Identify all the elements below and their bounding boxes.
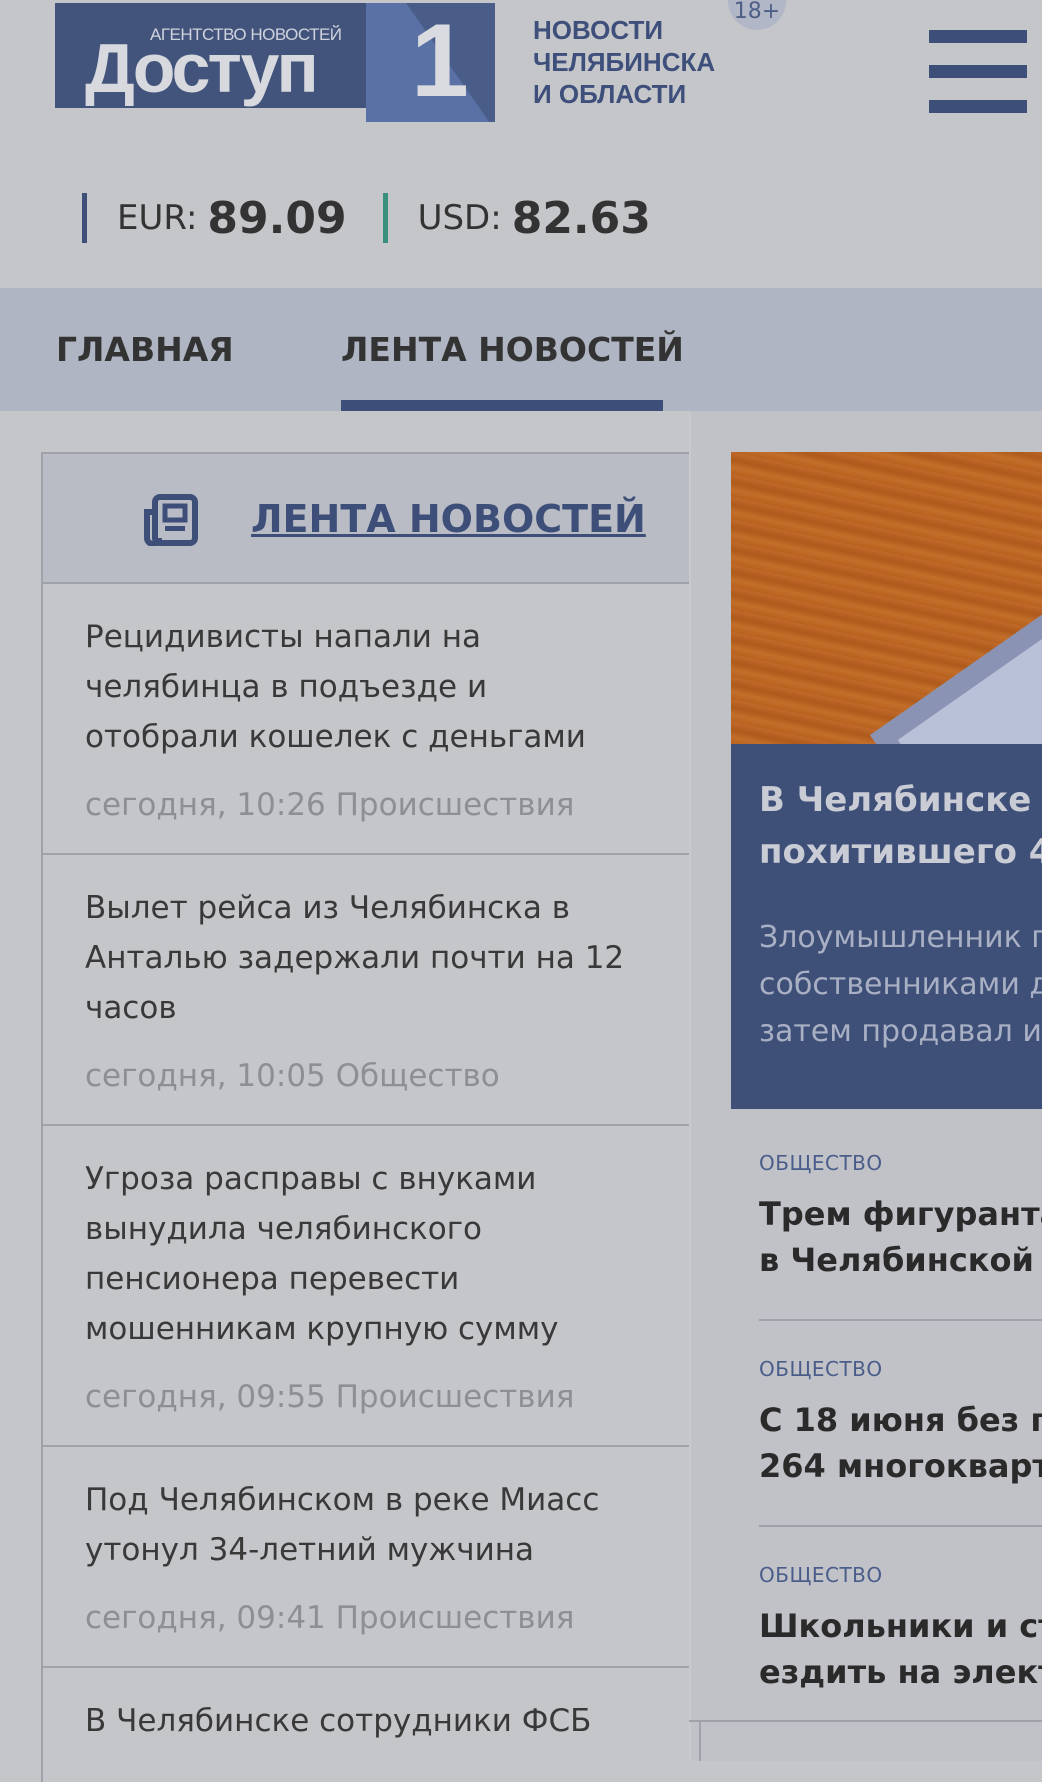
divider bbox=[689, 1720, 1042, 1722]
main-nav: ГЛАВНАЯ ЛЕНТА НОВОСТЕЙ bbox=[0, 288, 1042, 411]
side-news-category[interactable]: ОБЩЕСТВО bbox=[759, 1151, 1042, 1175]
site-header: АГЕНТСТВО НОВОСТЕЙ Доступ 1 НОВОСТИ ЧЕЛЯ… bbox=[0, 0, 1042, 288]
news-item[interactable]: В Челябинске сотрудники ФСБ bbox=[43, 1668, 689, 1776]
news-item-title[interactable]: В Челябинске сотрудники ФСБ bbox=[85, 1696, 649, 1746]
eur-value: 89.09 bbox=[207, 192, 347, 244]
tab-news-feed[interactable]: ЛЕНТА НОВОСТЕЙ bbox=[341, 330, 684, 369]
news-item-meta: сегодня, 10:26 Происшествия bbox=[85, 787, 649, 823]
side-news-item[interactable]: ОБЩЕСТВО Трем фигуранта в Челябинской с bbox=[759, 1151, 1042, 1321]
side-news-category[interactable]: ОБЩЕСТВО bbox=[759, 1563, 1042, 1587]
news-item-time: сегодня, 10:26 bbox=[85, 787, 326, 823]
usd-label: USD: bbox=[417, 198, 502, 238]
featured-photo[interactable] bbox=[731, 452, 1042, 744]
currency-rates: EUR: 89.09 USD: 82.63 bbox=[82, 190, 687, 246]
news-item[interactable]: Вылет рейса из Челябинска в Анталью заде… bbox=[43, 855, 689, 1126]
news-item[interactable]: Угроза расправы с внуками вынудила челяб… bbox=[43, 1126, 689, 1447]
tagline-line: И ОБЛАСТИ bbox=[533, 79, 687, 109]
news-item-category[interactable]: Происшествия bbox=[336, 787, 575, 823]
news-item-meta: сегодня, 09:55 Происшествия bbox=[85, 1379, 649, 1415]
logo-title: Доступ bbox=[85, 29, 319, 107]
usd-value: 82.63 bbox=[511, 192, 651, 244]
featured-article[interactable]: В Челябинске б похитившего 48 Злоумышлен… bbox=[731, 744, 1042, 1109]
site-tagline: НОВОСТИ ЧЕЛЯБИНСКА И ОБЛАСТИ bbox=[533, 14, 743, 110]
news-item-meta: сегодня, 10:05 Общество bbox=[85, 1058, 649, 1094]
news-item[interactable]: Рецидивисты напали на челябинца в подъез… bbox=[43, 584, 689, 855]
side-news-title[interactable]: С 18 июня без го 264 многокварти bbox=[759, 1397, 1042, 1489]
news-item-title[interactable]: Под Челябинском в реке Миасс утонул 34-л… bbox=[85, 1475, 649, 1575]
divider bbox=[699, 1720, 701, 1761]
logo-number-block[interactable]: 1 bbox=[366, 3, 495, 122]
logo-number: 1 bbox=[411, 3, 469, 119]
tagline-line: НОВОСТИ bbox=[533, 15, 664, 45]
news-item-category[interactable]: Происшествия bbox=[336, 1379, 575, 1415]
news-item-time: сегодня, 09:55 bbox=[85, 1379, 326, 1415]
news-item-title[interactable]: Угроза расправы с внуками вынудила челяб… bbox=[85, 1154, 649, 1354]
active-tab-indicator bbox=[341, 400, 663, 411]
right-column: В Челябинске б похитившего 48 Злоумышлен… bbox=[689, 411, 1042, 1761]
featured-excerpt: Злоумышленник по собственниками до затем… bbox=[759, 920, 1042, 1049]
side-news-item[interactable]: ОБЩЕСТВО Школьники и сту ездить на элект… bbox=[759, 1563, 1042, 1713]
side-news-title[interactable]: Школьники и сту ездить на электр bbox=[759, 1603, 1042, 1695]
site-logo[interactable]: АГЕНТСТВО НОВОСТЕЙ Доступ bbox=[55, 3, 366, 108]
tab-home[interactable]: ГЛАВНАЯ bbox=[56, 330, 234, 369]
tagline-line: ЧЕЛЯБИНСКА bbox=[533, 47, 716, 77]
usd-rate: USD: 82.63 bbox=[382, 192, 651, 244]
side-news-title[interactable]: Трем фигуранта в Челябинской с bbox=[759, 1191, 1042, 1283]
news-item-time: сегодня, 10:05 bbox=[85, 1058, 326, 1094]
news-item-category[interactable]: Происшествия bbox=[336, 1600, 575, 1636]
newspaper-icon bbox=[144, 494, 198, 546]
news-item-title[interactable]: Вылет рейса из Челябинска в Анталью заде… bbox=[85, 883, 649, 1033]
eur-label: EUR: bbox=[117, 198, 198, 238]
news-item-category[interactable]: Общество bbox=[336, 1058, 500, 1094]
news-item-meta: сегодня, 09:41 Происшествия bbox=[85, 1600, 649, 1636]
eur-rate: EUR: 89.09 bbox=[82, 192, 347, 244]
news-item[interactable]: Под Челябинском в реке Миасс утонул 34-л… bbox=[43, 1447, 689, 1668]
feed-title-link[interactable]: ЛЕНТА НОВОСТЕЙ bbox=[251, 497, 646, 541]
news-feed: ЛЕНТА НОВОСТЕЙ Рецидивисты напали на чел… bbox=[41, 452, 689, 1782]
feed-header: ЛЕНТА НОВОСТЕЙ bbox=[43, 454, 689, 584]
side-news-item[interactable]: ОБЩЕСТВО С 18 июня без го 264 многокварт… bbox=[759, 1357, 1042, 1527]
side-news-category[interactable]: ОБЩЕСТВО bbox=[759, 1357, 1042, 1381]
featured-title[interactable]: В Челябинске б похитившего 48 bbox=[759, 774, 1042, 878]
hamburger-icon[interactable] bbox=[929, 30, 1027, 114]
news-item-title[interactable]: Рецидивисты напали на челябинца в подъез… bbox=[85, 612, 649, 762]
news-item-time: сегодня, 09:41 bbox=[85, 1600, 326, 1636]
